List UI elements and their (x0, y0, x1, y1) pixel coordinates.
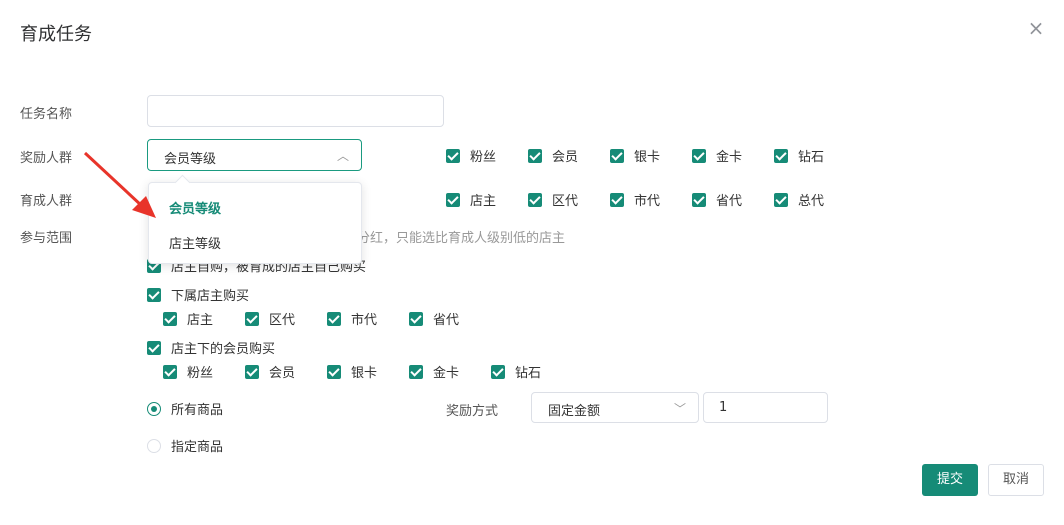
checkbox-icon (163, 311, 177, 326)
task-name-input[interactable] (147, 95, 444, 127)
reward-method-label: 奖励方式 (446, 404, 499, 419)
checkbox-icon (528, 192, 542, 207)
annotation-arrow-icon (83, 151, 156, 218)
submit-button[interactable]: 提交 (922, 464, 978, 496)
nurture-group-label: 育成人群 (20, 194, 73, 209)
nurture-option-city[interactable]: 市代 (610, 190, 660, 209)
scope-hint: 绩分红，只能选比育成人级别低的店主 (344, 231, 566, 246)
reward-option-member[interactable]: 会员 (528, 146, 578, 165)
checkbox-icon (528, 148, 542, 163)
checkbox-icon (163, 364, 177, 379)
scope-sub-shop-buy[interactable]: 下属店主购买 (147, 285, 249, 304)
reward-option-fans[interactable]: 粉丝 (446, 146, 496, 165)
checkbox-icon (774, 192, 788, 207)
reward-group-select[interactable]: 会员等级 ︿ (147, 139, 362, 171)
reward-method-select-value: 固定金额 (548, 404, 601, 419)
member-level-silver[interactable]: 银卡 (327, 362, 377, 381)
checkbox-icon (409, 364, 423, 379)
reward-group-dropdown: 会员等级 店主等级 (148, 182, 362, 264)
checkbox-icon (610, 192, 624, 207)
sub-shop-level-district[interactable]: 区代 (245, 309, 295, 328)
member-level-fans[interactable]: 粉丝 (163, 362, 213, 381)
nurture-option-general[interactable]: 总代 (774, 190, 824, 209)
checkbox-icon (147, 340, 161, 355)
chevron-down-icon: ﹀ (673, 402, 686, 416)
scope-label: 参与范围 (20, 231, 73, 246)
radio-icon (147, 438, 161, 453)
checkbox-icon (774, 148, 788, 163)
cancel-button[interactable]: 取消 (988, 464, 1044, 496)
checkbox-icon (409, 311, 423, 326)
checkbox-icon (692, 192, 706, 207)
reward-amount-input[interactable]: 1 (703, 392, 828, 423)
reward-group-select-value: 会员等级 (164, 152, 217, 167)
close-icon[interactable]: × (1026, 18, 1046, 38)
reward-option-silver[interactable]: 银卡 (610, 146, 660, 165)
nurture-option-province[interactable]: 省代 (692, 190, 742, 209)
checkbox-icon (491, 364, 505, 379)
reward-option-diamond[interactable]: 钻石 (774, 146, 824, 165)
dropdown-item-shop-level[interactable]: 店主等级 (169, 233, 221, 252)
reward-group-label: 奖励人群 (20, 151, 73, 166)
checkbox-icon (692, 148, 706, 163)
goods-specified-radio[interactable]: 指定商品 (147, 436, 223, 455)
dropdown-item-member-level[interactable]: 会员等级 (169, 198, 221, 217)
checkbox-icon (245, 311, 259, 326)
checkbox-icon (147, 287, 161, 302)
reward-option-gold[interactable]: 金卡 (692, 146, 742, 165)
member-level-gold[interactable]: 金卡 (409, 362, 459, 381)
nurture-option-district[interactable]: 区代 (528, 190, 578, 209)
radio-selected-icon (147, 401, 161, 416)
reward-method-select[interactable]: 固定金额 ﹀ (531, 392, 699, 423)
checkbox-icon (327, 364, 341, 379)
member-level-diamond[interactable]: 钻石 (491, 362, 541, 381)
checkbox-icon (245, 364, 259, 379)
checkbox-icon (446, 148, 460, 163)
goods-all-radio[interactable]: 所有商品 (147, 399, 223, 418)
nurture-option-shop[interactable]: 店主 (446, 190, 496, 209)
sub-shop-level-province[interactable]: 省代 (409, 309, 459, 328)
dialog-title: 育成任务 (20, 24, 92, 45)
chevron-up-icon: ︿ (336, 149, 349, 163)
task-name-label: 任务名称 (20, 107, 73, 122)
checkbox-icon (610, 148, 624, 163)
member-level-member[interactable]: 会员 (245, 362, 295, 381)
sub-shop-level-city[interactable]: 市代 (327, 309, 377, 328)
checkbox-icon (446, 192, 460, 207)
checkbox-icon (327, 311, 341, 326)
sub-shop-level-shop[interactable]: 店主 (163, 309, 213, 328)
scope-member-buy[interactable]: 店主下的会员购买 (147, 338, 275, 357)
